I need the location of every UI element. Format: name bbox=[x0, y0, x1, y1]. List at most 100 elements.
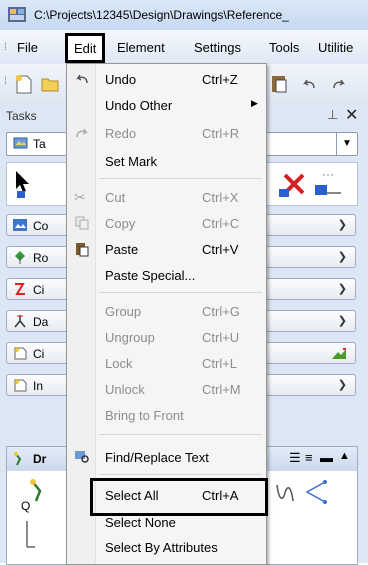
vertical-line-icon[interactable] bbox=[21, 519, 41, 549]
menu-item-group[interactable]: Group Ctrl+G bbox=[67, 298, 266, 324]
task-selector-label: Ta bbox=[33, 137, 46, 151]
scissors-icon: ✂ bbox=[74, 189, 86, 205]
menu-item-shortcut: Ctrl+R bbox=[202, 126, 240, 141]
menu-item-label: Unlock bbox=[105, 382, 145, 397]
menu-item-set-mark[interactable]: Set Mark bbox=[67, 148, 266, 174]
menu-item-shortcut: Ctrl+M bbox=[202, 382, 241, 397]
menu-item-label: Redo bbox=[105, 126, 137, 141]
menu-item-ungroup[interactable]: Ungroup Ctrl+U bbox=[67, 324, 266, 350]
menu-item-find-replace[interactable]: Find/Replace Text bbox=[67, 444, 266, 470]
edit-menu-label: Edit bbox=[74, 41, 97, 56]
menu-item-label: Paste bbox=[105, 242, 139, 257]
measure-distance-icon[interactable] bbox=[313, 171, 343, 199]
new-file-icon[interactable] bbox=[13, 73, 35, 95]
menu-item-redo[interactable]: Redo Ctrl+R bbox=[67, 120, 266, 146]
menu-item-label: Cut bbox=[105, 190, 126, 205]
terrain-icon[interactable] bbox=[331, 347, 347, 360]
chevron-down-icon[interactable]: ❯ bbox=[338, 250, 347, 263]
tasks-title: Tasks bbox=[6, 109, 37, 123]
menu-item-bring-to-front[interactable]: Bring to Front bbox=[67, 402, 266, 428]
detail-view-icon[interactable]: ≡ bbox=[305, 450, 313, 465]
menu-file[interactable]: File bbox=[17, 40, 38, 55]
chevron-up-icon[interactable]: ▲ bbox=[339, 450, 350, 462]
open-folder-icon[interactable] bbox=[40, 74, 60, 94]
task-icon bbox=[13, 137, 28, 149]
menu-item-label: Lock bbox=[105, 356, 133, 371]
menu-item-label: Undo bbox=[105, 72, 137, 87]
menu-item-label: Set Mark bbox=[105, 154, 158, 169]
paste-toolbar-icon[interactable] bbox=[268, 73, 290, 95]
app-icon bbox=[8, 7, 26, 22]
menu-item-shortcut: Ctrl+L bbox=[202, 356, 238, 371]
menu-tools[interactable]: Tools bbox=[269, 40, 299, 55]
task-row-label: Da bbox=[33, 315, 49, 329]
menu-settings[interactable]: Settings bbox=[194, 40, 241, 55]
copy-icon bbox=[75, 216, 89, 230]
window-title: C:\Projects\12345\Design\Drawings\Refere… bbox=[34, 8, 289, 22]
menu-element[interactable]: Element bbox=[117, 40, 165, 55]
menu-item-undo[interactable]: Undo Ctrl+Z bbox=[67, 66, 266, 92]
task-row-label: Ro bbox=[33, 251, 49, 265]
task-row-label: In bbox=[33, 379, 44, 393]
menubar-grip-icon: ⁞ bbox=[4, 42, 7, 53]
menu-item-paste[interactable]: Paste Ctrl+V bbox=[67, 236, 266, 262]
menu-item-select-by-attributes[interactable]: Select By Attributes bbox=[67, 534, 266, 560]
menu-item-label: Select None bbox=[105, 515, 176, 530]
task-row-icon bbox=[13, 219, 27, 231]
menu-item-label: Bring to Front bbox=[105, 408, 184, 423]
menu-item-undo-other[interactable]: Undo Other ▶ bbox=[67, 92, 266, 118]
redo-toolbar-icon[interactable] bbox=[330, 76, 348, 92]
place-drawing-icon[interactable] bbox=[27, 477, 57, 505]
chevron-down-icon[interactable]: ❯ bbox=[338, 314, 347, 327]
paste-icon bbox=[76, 243, 89, 257]
curve-icon[interactable] bbox=[275, 481, 295, 505]
menu-item-shortcut: Ctrl+C bbox=[202, 216, 240, 231]
chevron-down-icon[interactable]: ❯ bbox=[338, 282, 347, 295]
menu-item-shortcut: Ctrl+U bbox=[202, 330, 240, 345]
task-row-label: Co bbox=[33, 219, 49, 233]
chevron-down-icon[interactable]: ❯ bbox=[338, 378, 347, 391]
menu-item-label: Find/Replace Text bbox=[105, 450, 209, 465]
task-row-icon bbox=[14, 347, 27, 360]
task-row-icon bbox=[15, 283, 25, 295]
element-selection-icon[interactable] bbox=[13, 169, 35, 199]
submenu-arrow-icon: ▶ bbox=[251, 98, 258, 108]
undo-icon bbox=[76, 74, 88, 84]
menu-item-shortcut: Ctrl+Z bbox=[202, 72, 238, 87]
task-row-label: Ci bbox=[33, 283, 45, 297]
menu-item-label: Ungroup bbox=[105, 330, 155, 345]
edit-menu-highlight[interactable]: Edit bbox=[65, 33, 105, 63]
title-bar: C:\Projects\12345\Design\Drawings\Refere… bbox=[0, 0, 368, 30]
chevron-down-icon[interactable]: ❯ bbox=[338, 218, 347, 231]
menu-item-cut[interactable]: ✂ Cut Ctrl+X bbox=[67, 184, 266, 210]
select-all-highlight bbox=[90, 478, 268, 516]
menu-separator bbox=[99, 474, 262, 475]
angle-icon[interactable] bbox=[303, 479, 329, 505]
menu-item-label: Copy bbox=[105, 216, 136, 231]
task-row-icon bbox=[14, 315, 26, 328]
undo-toolbar-icon[interactable] bbox=[300, 76, 318, 92]
menu-item-label: Select By Attributes bbox=[105, 540, 218, 555]
menu-item-shortcut: Ctrl+X bbox=[202, 190, 239, 205]
drawing-panel-label: Dr bbox=[33, 452, 47, 466]
task-row-icon bbox=[15, 251, 25, 264]
close-icon[interactable]: ✕ bbox=[345, 105, 358, 125]
task-row-label: Ci bbox=[33, 347, 45, 361]
menu-separator bbox=[99, 178, 262, 179]
delete-element-icon[interactable] bbox=[279, 169, 309, 199]
redo-icon bbox=[76, 128, 88, 138]
list-view-icon[interactable]: ☰ bbox=[289, 450, 301, 466]
menu-item-copy[interactable]: Copy Ctrl+C bbox=[67, 210, 266, 236]
task-row-icon bbox=[14, 379, 27, 392]
icon-view-icon[interactable]: ▬ bbox=[320, 450, 333, 465]
menu-item-label: Undo Other bbox=[105, 98, 173, 113]
chevron-down-icon[interactable]: ▼ bbox=[336, 133, 357, 155]
menu-item-unlock[interactable]: Unlock Ctrl+M bbox=[67, 376, 266, 402]
toolbar-grip-icon: ⁞ bbox=[4, 76, 7, 87]
menu-item-lock[interactable]: Lock Ctrl+L bbox=[67, 350, 266, 376]
menu-utilities[interactable]: Utilitie bbox=[318, 40, 353, 55]
menu-item-paste-special[interactable]: Paste Special... bbox=[67, 262, 266, 288]
pin-icon[interactable]: ⊥ bbox=[327, 107, 338, 123]
menu-item-label: Paste Special... bbox=[105, 268, 196, 283]
menu-item-label: Group bbox=[105, 304, 142, 319]
